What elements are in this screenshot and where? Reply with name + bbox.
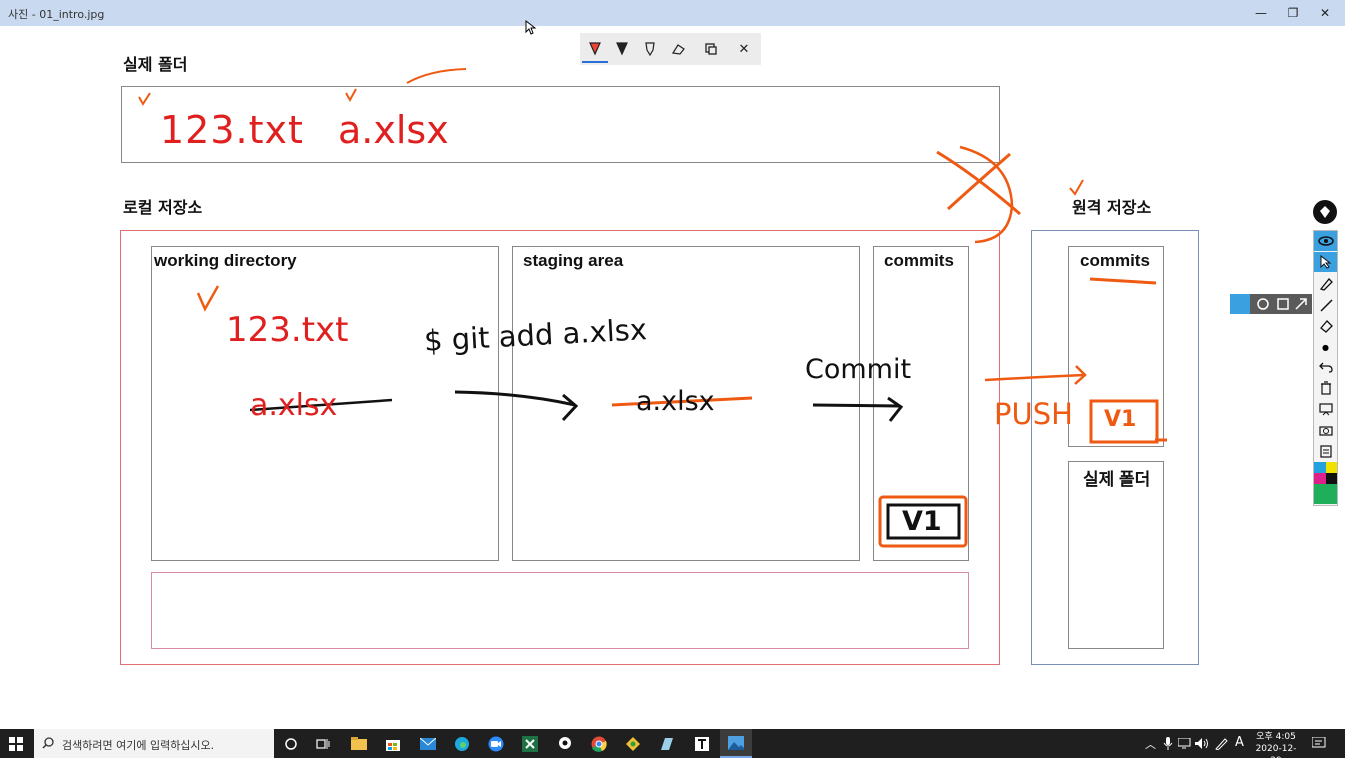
photos-icon[interactable] (720, 729, 752, 758)
ink-x-loop (959, 145, 1014, 244)
ink-staged-file: a.xlsx (636, 386, 715, 417)
task-view-icon[interactable] (307, 729, 339, 758)
ink-check-mark (138, 92, 151, 106)
clock-date: 2020-12-29 (1255, 744, 1297, 766)
ink-top-file-1: 123.txt (160, 108, 304, 152)
color-magenta-swatch[interactable] (1314, 473, 1326, 484)
ink-commit-word: Commit (805, 354, 912, 385)
ink-push-word: PUSH (994, 397, 1073, 431)
pen-tool-icon[interactable] (1313, 200, 1337, 224)
edge-icon[interactable] (446, 729, 478, 758)
ink-push-arrow (984, 373, 1085, 382)
tray-overflow-icon[interactable]: ︿ (1145, 736, 1156, 752)
dot-icon[interactable]: ● (1314, 337, 1337, 357)
volume-icon[interactable] (1195, 738, 1209, 749)
ink-check-mark (1069, 179, 1084, 196)
clipboard-icon[interactable] (1314, 441, 1337, 461)
microphone-icon[interactable] (1163, 737, 1173, 750)
cortana-icon[interactable] (275, 729, 307, 758)
ink-check-mark (196, 285, 220, 312)
ink-arrow-head (561, 393, 579, 422)
clock-time: 오후 4:05 (1256, 732, 1296, 742)
ink-commit-v1: V1 (902, 506, 942, 537)
pointer-icon[interactable] (1314, 252, 1337, 272)
windows-start-icon[interactable] (0, 729, 32, 758)
ink-wd-file-1: 123.txt (226, 310, 349, 350)
side-tool-palette: ● (1313, 230, 1338, 506)
eraser-tool-icon[interactable] (1314, 316, 1337, 336)
ink-arrow-head (887, 396, 904, 422)
ink-wd-file-2: a.xlsx (250, 388, 338, 423)
git-gui-icon[interactable] (617, 729, 649, 758)
circle-shape-icon[interactable] (1256, 297, 1270, 311)
ink-x-mark (946, 152, 1011, 211)
arrow-shape-icon[interactable] (1294, 297, 1308, 311)
ink-underline (1089, 277, 1157, 285)
excel-icon[interactable] (514, 729, 546, 758)
ink-arrow (454, 390, 576, 407)
eye-icon[interactable] (1314, 231, 1337, 251)
taskbar-search[interactable]: 검색하려면 여기에 입력하십시오. (34, 729, 274, 758)
notification-center-icon[interactable] (1312, 737, 1326, 750)
color-cyan-swatch[interactable] (1314, 462, 1326, 473)
undo-icon[interactable] (1314, 357, 1337, 377)
board-icon[interactable] (1314, 399, 1337, 419)
pen-workspace-icon[interactable] (1214, 737, 1228, 750)
search-placeholder: 검색하려면 여기에 입력하십시오. (62, 739, 215, 752)
notes-icon[interactable] (651, 729, 683, 758)
ink-check-mark (345, 88, 357, 103)
ime-indicator[interactable]: A (1235, 735, 1244, 750)
ink-arrow (812, 403, 901, 408)
marker-icon[interactable] (1314, 274, 1337, 294)
store-icon[interactable] (377, 729, 409, 758)
taskbar-clock[interactable]: 오후 4:05 2020-12-29 (1250, 731, 1302, 767)
chrome-icon[interactable] (583, 729, 615, 758)
map-pin-icon[interactable] (549, 729, 581, 758)
network-icon[interactable] (1178, 738, 1192, 749)
search-icon (42, 737, 54, 749)
trash-icon[interactable] (1314, 378, 1337, 398)
ink-top-file-2: a.xlsx (338, 108, 449, 152)
ink-orange-stroke (406, 68, 467, 84)
camera-icon[interactable] (1314, 420, 1337, 440)
line-pen-icon[interactable] (1314, 295, 1337, 315)
shape-toolbar (1230, 294, 1312, 314)
color-green-swatch[interactable] (1314, 484, 1337, 504)
typora-icon[interactable] (686, 729, 718, 758)
line-shape-icon[interactable] (1230, 294, 1250, 314)
zoom-icon[interactable] (480, 729, 512, 758)
ink-remote-v1: V1 (1104, 407, 1137, 432)
mail-icon[interactable] (412, 729, 444, 758)
color-yellow-swatch[interactable] (1326, 462, 1337, 473)
rect-shape-icon[interactable] (1276, 297, 1290, 311)
color-black-swatch[interactable] (1326, 473, 1337, 484)
file-explorer-icon[interactable] (343, 729, 375, 758)
